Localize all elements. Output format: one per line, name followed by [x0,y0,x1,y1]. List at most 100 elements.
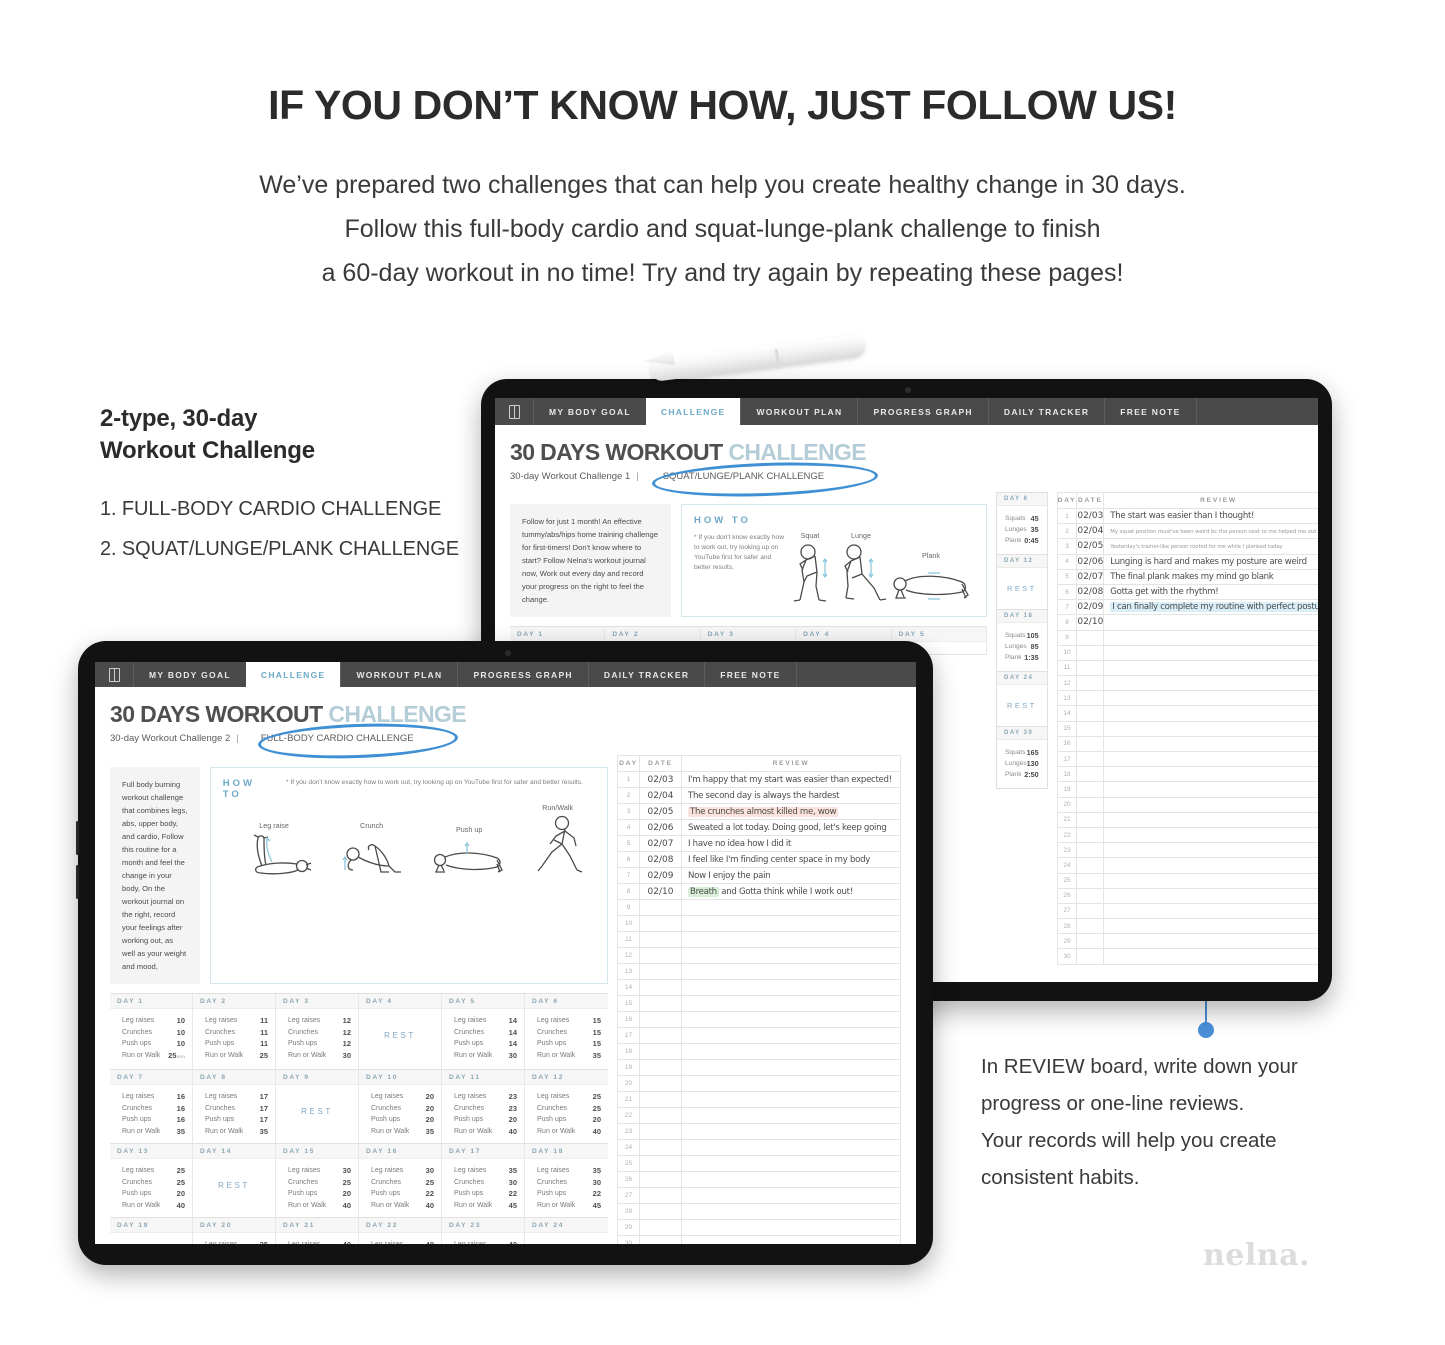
review-row[interactable]: 30 [617,1235,901,1244]
review-date-cell[interactable] [1076,750,1105,768]
volume-down-button[interactable] [76,865,79,899]
review-row[interactable]: 8 02/10 Breath and Gotta think while I wor… [617,883,901,900]
review-row[interactable]: 14 [1056,705,1318,722]
review-date-cell[interactable] [639,1011,682,1028]
review-row[interactable]: 5 02/07 I have no idea how I did it [617,835,901,852]
review-date-cell[interactable] [1076,735,1105,753]
review-row[interactable]: 14 [617,979,901,996]
review-row[interactable]: 17 [617,1027,901,1044]
day-cell[interactable]: DAY 23Leg raises40Crunches35Push ups25Ru… [442,1218,525,1244]
review-text-cell[interactable] [1103,842,1318,859]
review-date-cell[interactable] [639,899,682,916]
review-date-cell[interactable] [639,1139,682,1156]
review-date-cell[interactable] [639,1203,682,1220]
review-date-cell[interactable] [1076,933,1105,950]
day-cell[interactable]: DAY 7 Leg raises 16 Crunches 16 Push ups 16 Run… [110,1070,193,1144]
review-row[interactable]: 21 [617,1091,901,1108]
review-row[interactable]: 22 [1056,826,1318,844]
review-text-cell[interactable]: I'm happy that my start was easier than … [681,771,901,788]
review-row[interactable]: 28 [617,1203,901,1220]
review-row[interactable]: 11 [1056,659,1318,677]
tab-my-body-goal[interactable]: MY BODY GOAL [133,662,246,687]
book-icon-button[interactable] [495,398,533,425]
review-date-cell[interactable] [639,1171,682,1188]
day-cell[interactable]: DAY 2 Leg raises 11 Crunches 11 Push ups 11 Run… [193,994,276,1070]
review-text-cell[interactable]: Lunging is hard and makes my posture are… [1103,553,1318,570]
day-cell[interactable]: DAY 4 REST [359,994,442,1070]
review-date-cell[interactable] [1076,766,1105,783]
day-cell[interactable]: DAY 3 Leg raises 12 Crunches 12 Push ups 12 Run… [276,994,359,1070]
tab-workout-plan[interactable]: WORKOUT PLAN [740,398,857,425]
review-text-cell[interactable] [681,931,901,948]
review-row[interactable]: 25 [617,1155,901,1172]
review-text-cell[interactable] [681,1011,901,1028]
front-review-table[interactable]: DAY DATE REVIEW 1 02/03 I'm happy that my sta… [617,755,901,1244]
review-text-cell[interactable] [1103,720,1318,737]
day-cell[interactable]: DAY 8 Leg raises 17 Crunches 17 Push ups 17 Run… [193,1070,276,1144]
review-row[interactable]: 1 02/03 I'm happy that my start was easier… [617,771,901,788]
review-text-cell[interactable] [681,1107,901,1124]
review-row[interactable]: 25 [1056,872,1318,889]
review-row[interactable]: 2 02/04 My squat position must've been wei… [1056,523,1318,540]
review-text-cell[interactable] [1103,887,1318,904]
review-date-cell[interactable] [1076,659,1105,677]
review-date-cell[interactable] [639,1123,682,1140]
back-review-table[interactable]: DAY DATE REVIEW 1 02/03 The start was easier … [1056,492,1318,965]
day-cell[interactable]: DAY 21Leg raises40Crunches35Push ups25Ru… [276,1218,359,1244]
volume-up-button[interactable] [76,821,79,855]
tab-challenge[interactable]: CHALLENGE [245,662,341,687]
review-row[interactable]: 23 [617,1123,901,1140]
tab-free-note[interactable]: FREE NOTE [704,662,795,687]
review-date-cell[interactable] [1076,705,1105,722]
review-date-cell[interactable] [1076,796,1105,813]
review-date-cell[interactable]: 02/07 [1076,568,1105,585]
day-cell[interactable]: DAY 12 Leg raises 25 Crunches 25 Push ups 20 Ru… [525,1070,608,1144]
review-date-cell[interactable]: 02/07 [639,835,682,852]
review-text-cell[interactable]: Yesterday's trainer-like person rooted f… [1103,538,1318,555]
review-text-cell[interactable] [1103,766,1318,783]
review-text-cell[interactable] [1103,675,1318,692]
review-text-cell[interactable] [1103,872,1318,889]
review-text-cell[interactable] [1103,614,1318,631]
review-row[interactable]: 30 [1056,948,1318,965]
review-date-cell[interactable] [1076,857,1105,874]
review-row[interactable]: 23 [1056,842,1318,859]
review-row[interactable]: 9 [617,899,901,916]
review-row[interactable]: 12 [1056,675,1318,692]
review-row[interactable]: 3 02/05 Yesterday's trainer-like person ro… [1056,538,1318,555]
review-text-cell[interactable]: Sweated a lot today. Doing good, let's k… [681,819,901,836]
review-row[interactable]: 20 [617,1075,901,1092]
review-text-cell[interactable] [1103,781,1318,798]
review-row[interactable]: 27 [617,1187,901,1204]
review-row[interactable]: 20 [1056,796,1318,813]
review-row[interactable]: 11 [617,931,901,948]
tab-workout-plan[interactable]: WORKOUT PLAN [340,662,457,687]
review-date-cell[interactable]: 02/08 [639,851,682,868]
day-cell[interactable]: DAY 10 Leg raises 20 Crunches 20 Push ups 20 Ru… [359,1070,442,1144]
review-date-cell[interactable] [1076,629,1105,646]
review-row[interactable]: 28 [1056,918,1318,935]
review-row[interactable]: 5 02/07 The final plank makes my mind go b… [1056,568,1318,585]
review-date-cell[interactable]: 02/10 [639,883,682,900]
review-text-cell[interactable] [681,1187,901,1204]
review-date-cell[interactable] [639,1075,682,1092]
review-date-cell[interactable] [639,1187,682,1204]
day-cell[interactable]: DAY 6 Leg raises 15 Crunches 15 Push ups 15 Run… [525,994,608,1070]
review-date-cell[interactable] [639,915,682,932]
review-row[interactable]: 9 [1056,629,1318,646]
review-date-cell[interactable]: 02/04 [1076,523,1105,540]
review-row[interactable]: 3 02/05 The crunches almost killed me, wow [617,803,901,820]
review-text-cell[interactable] [681,995,901,1012]
review-date-cell[interactable]: 02/03 [1076,507,1105,525]
review-text-cell[interactable] [1103,735,1318,753]
day-cell[interactable]: DAY 17 Leg raises 35 Crunches 30 Push ups 22 Ru… [442,1144,525,1218]
review-row[interactable]: 10 [1056,644,1318,661]
review-text-cell[interactable] [681,915,901,932]
review-row[interactable]: 17 [1056,750,1318,768]
review-date-cell[interactable]: 02/08 [1076,583,1105,601]
review-text-cell[interactable] [681,1091,901,1108]
review-date-cell[interactable]: 02/10 [1076,614,1105,631]
review-text-cell[interactable] [1103,902,1318,920]
review-date-cell[interactable]: 02/05 [1076,538,1105,555]
review-date-cell[interactable] [1076,872,1105,889]
